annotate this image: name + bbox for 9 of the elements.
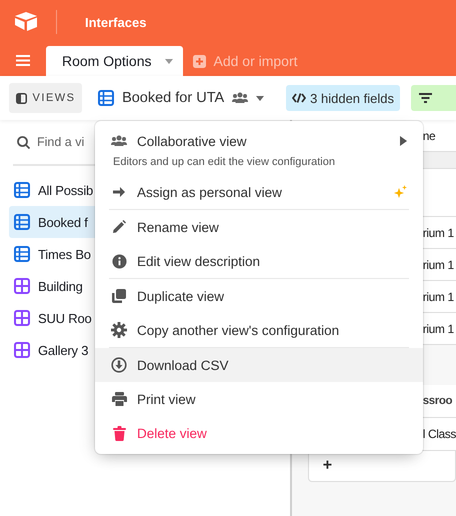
menu-item-description: Editors and up can edit the view configuration	[112, 155, 336, 170]
table-cell: rium 1	[422, 322, 454, 336]
table-cell: rium 1	[422, 258, 454, 272]
table-cell: l Class	[422, 427, 456, 441]
group-title: ssroo	[422, 395, 452, 407]
table-cell: rium 1	[422, 290, 454, 304]
base-title: Interfaces	[85, 14, 146, 30]
column-header: ne	[422, 128, 436, 142]
table-cell: rium 1	[422, 226, 454, 240]
